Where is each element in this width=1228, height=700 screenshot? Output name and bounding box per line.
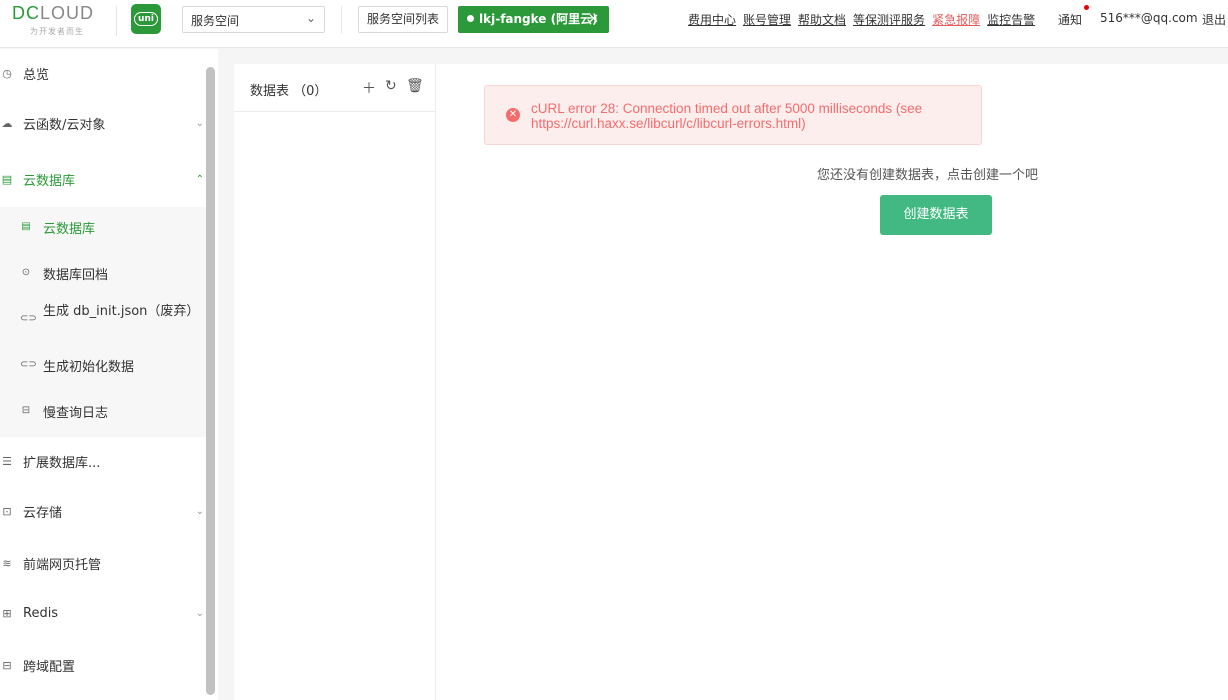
table-list-pane: 数据表 （0） ＋ ↻ 🗑 — [234, 64, 436, 700]
table-list-header: 数据表 （0） ＋ ↻ 🗑 — [234, 64, 436, 112]
submenu-item-cloud-database[interactable]: ▤ 云数据库 — [0, 221, 206, 239]
link-docs[interactable]: 帮助文档 — [798, 13, 846, 27]
main-content: 数据表 （0） ＋ ↻ 🗑 ✕ cURL error 28: Connectio… — [234, 64, 1228, 700]
database-submenu: ▤ 云数据库 ⊙ 数据库回档 ⊂⊃ 生成 db_init.json（废弃） ⊂⊃… — [0, 207, 206, 437]
top-links: 费用中心 账号管理 帮助文档 等保测评服务 紧急报障 监控告警 — [688, 11, 1042, 28]
uni-logo-text: uni — [134, 12, 158, 26]
notify-link[interactable]: 通知 — [1058, 11, 1082, 28]
sidebar-item-label: Redis — [23, 605, 59, 621]
create-table-button[interactable]: 创建数据表 — [880, 195, 992, 235]
empty-state-text: 您还没有创建数据表，点击创建一个吧 — [817, 168, 1039, 183]
user-email[interactable]: 516***@qq.com — [1100, 11, 1198, 25]
current-space-name: lkj-fangke (阿里云) — [479, 12, 598, 26]
logout-link[interactable]: 退出 — [1202, 11, 1226, 28]
rollback-icon: ⊙ — [21, 267, 31, 278]
submenu-item-label: 生成初始化数据 — [43, 360, 135, 375]
sidebar-item-cloud-database[interactable]: ▤ 云数据库 ⌃ — [0, 157, 206, 201]
sidebar-item-label: 云存储 — [23, 505, 63, 521]
chevron-down-icon: ⌄ — [195, 607, 204, 619]
sidebar-item-cloud-storage[interactable]: ⊡ 云存储 ⌄ — [0, 489, 206, 533]
sidebar-item-web-hosting[interactable]: ≋ 前端网页托管 — [0, 541, 206, 585]
current-space-tag[interactable]: lkj-fangke (阿里云) ✕ — [458, 6, 609, 33]
redis-icon: ⊞ — [2, 606, 12, 620]
sidebar-item-label: 扩展数据库... — [23, 455, 101, 471]
logo-subtitle: 为开发者而生 — [30, 27, 84, 36]
refresh-icon[interactable]: ↻ — [385, 78, 397, 94]
add-icon[interactable]: ＋ — [362, 78, 376, 98]
sidebar-item-label: 跨域配置 — [23, 659, 76, 675]
log-icon: ⊟ — [21, 405, 31, 416]
error-message: cURL error 28: Connection timed out afte… — [531, 101, 923, 131]
status-dot-icon — [467, 15, 474, 22]
table-list-title: 数据表 （0） — [250, 84, 328, 99]
space-select[interactable]: 服务空间 ⌄ — [182, 6, 325, 33]
storage-icon: ⊡ — [2, 504, 12, 518]
logo-text: DCLOUD — [12, 3, 95, 23]
top-header: DCLOUD 为开发者而生 uni 服务空间 ⌄ 服务空间列表 lkj-fang… — [0, 0, 1228, 48]
link-icon: ⊂⊃ — [20, 359, 37, 370]
link-icon: ⊂⊃ — [20, 313, 37, 324]
link-billing[interactable]: 费用中心 — [688, 13, 736, 27]
sidebar-item-label: 前端网页托管 — [23, 557, 102, 573]
error-circle-icon: ✕ — [506, 108, 520, 122]
cors-icon: ⊟ — [2, 658, 12, 672]
chevron-down-icon: ⌄ — [195, 117, 204, 129]
uni-cloud-logo-icon[interactable]: uni — [131, 4, 161, 34]
sidebar-item-label: 云函数/云对象 — [23, 117, 106, 133]
close-icon[interactable]: ✕ — [588, 6, 599, 33]
sidebar-item-cloud-functions[interactable]: ☁ 云函数/云对象 ⌄ — [0, 101, 206, 145]
submenu-item-label: 云数据库 — [43, 222, 96, 237]
error-alert: ✕ cURL error 28: Connection timed out af… — [484, 85, 982, 145]
submenu-item-label: 慢查询日志 — [43, 406, 109, 421]
submenu-item-slow-query-log[interactable]: ⊟ 慢查询日志 — [0, 405, 206, 423]
notification-dot-icon — [1084, 5, 1089, 10]
stack-database-icon: ☰ — [2, 454, 12, 468]
header-divider — [341, 6, 342, 33]
link-urgent-report[interactable]: 紧急报障 — [932, 13, 980, 27]
header-divider — [116, 6, 117, 36]
cloud-icon: ☁ — [1, 116, 13, 130]
space-list-button[interactable]: 服务空间列表 — [358, 6, 448, 33]
submenu-item-label: 数据库回档 — [43, 268, 109, 283]
link-account[interactable]: 账号管理 — [743, 13, 791, 27]
submenu-item-label: 生成 db_init.json（废弃） — [43, 304, 200, 319]
submenu-item-gen-init-data[interactable]: ⊂⊃ 生成初始化数据 — [0, 359, 206, 377]
submenu-item-db-rollback[interactable]: ⊙ 数据库回档 — [0, 267, 206, 285]
sidebar-item-overview[interactable]: ◷ 总览 — [0, 51, 206, 95]
database-list-icon: ▤ — [21, 221, 31, 232]
sidebar-scrollbar[interactable] — [206, 67, 215, 695]
link-security-assessment[interactable]: 等保测评服务 — [853, 13, 925, 27]
sidebar-item-label: 云数据库 — [23, 173, 76, 189]
web-hosting-icon: ≋ — [2, 556, 12, 570]
sidebar: ◷ 总览 ☁ 云函数/云对象 ⌄ ▤ 云数据库 ⌃ ▤ 云数据库 ⊙ 数据库回档… — [0, 49, 218, 700]
space-select-value: 服务空间 — [191, 14, 240, 28]
sidebar-item-redis[interactable]: ⊞ Redis ⌄ — [0, 591, 206, 635]
trash-icon[interactable]: 🗑 — [406, 78, 424, 94]
clock-icon: ◷ — [2, 66, 12, 80]
chevron-down-icon: ⌄ — [195, 505, 204, 517]
submenu-item-gen-db-init[interactable]: ⊂⊃ 生成 db_init.json（废弃） — [0, 303, 206, 341]
link-monitoring[interactable]: 监控告警 — [987, 13, 1035, 27]
sidebar-item-cors[interactable]: ⊟ 跨域配置 — [0, 643, 206, 687]
sidebar-item-label: 总览 — [23, 67, 50, 83]
chevron-up-icon: ⌃ — [195, 173, 204, 185]
sidebar-item-extended-database[interactable]: ☰ 扩展数据库... — [0, 439, 206, 483]
database-list-icon: ▤ — [1, 172, 13, 186]
dcloud-logo[interactable]: DCLOUD 为开发者而生 — [12, 3, 104, 39]
chevron-down-icon: ⌄ — [305, 11, 316, 25]
